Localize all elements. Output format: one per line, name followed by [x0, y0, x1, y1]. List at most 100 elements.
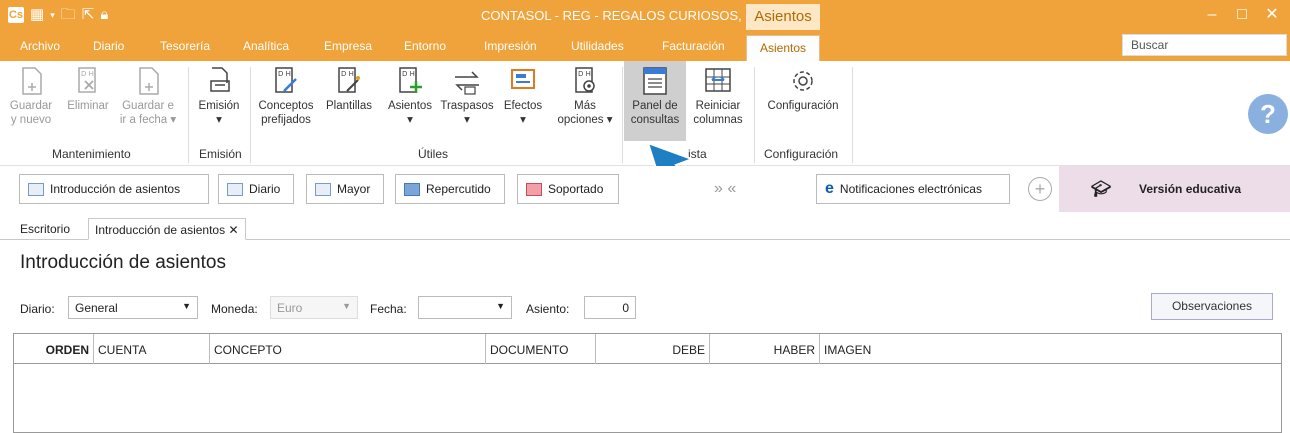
column-header-concepto[interactable]: CONCEPTO	[210, 334, 486, 364]
efectos-button[interactable]: Efectos ▾	[498, 65, 548, 127]
scroll-arrows-icon[interactable]: » «	[714, 180, 736, 198]
template-wand-icon: D H	[338, 67, 360, 93]
group-label-utiles: Útiles	[418, 147, 449, 161]
asiento-label: Asiento:	[526, 302, 570, 316]
plantillas-button[interactable]: D H Plantillas	[318, 65, 380, 113]
query-panel-icon	[643, 67, 667, 95]
input-vat-icon	[526, 182, 542, 196]
menu-bar: Archivo Diario Tesorería Analítica Empre…	[0, 30, 1290, 61]
column-header-debe[interactable]: DEBE	[596, 334, 710, 364]
column-header-imagen[interactable]: IMAGEN	[820, 334, 1281, 364]
chevron-down-icon: ▼	[342, 301, 351, 311]
gear-icon	[793, 71, 813, 91]
calendar-icon[interactable]: ▦	[30, 6, 44, 24]
svg-text:D H: D H	[578, 70, 591, 78]
entries-grid[interactable]: ORDEN CUENTA CONCEPTO DOCUMENTO DEBE HAB…	[13, 333, 1282, 433]
group-label-configuracion: Configuración	[764, 147, 839, 161]
lock-icon[interactable]: 🔒︎	[100, 6, 108, 24]
guardar-fecha-button[interactable]: Guardar e ir a fecha ▾	[116, 65, 180, 127]
configuracion-button[interactable]: Configuración	[758, 65, 848, 113]
search-input[interactable]: Buscar	[1122, 34, 1287, 56]
shortcut-notificaciones[interactable]: e Notificaciones electrónicas	[816, 174, 1010, 204]
browser-e-icon: e	[825, 180, 834, 197]
fecha-label: Fecha:	[370, 302, 407, 316]
emision-button[interactable]: Emisión ▾	[193, 65, 245, 127]
svg-text:D H: D H	[341, 70, 354, 78]
effects-icon	[511, 69, 535, 89]
guardar-nuevo-button[interactable]: Guardar y nuevo	[2, 65, 60, 127]
shortcut-diario[interactable]: Diario	[218, 174, 294, 204]
moneda-select: Euro ▼	[270, 296, 358, 319]
concept-edit-icon: D H	[275, 67, 297, 93]
traspasos-button[interactable]: Traspasos ▾	[438, 65, 496, 127]
maximize-button[interactable]: □	[1228, 4, 1256, 26]
group-label-emision: Emisión	[199, 147, 242, 161]
close-button[interactable]: ✕	[1258, 4, 1286, 26]
tab-analitica[interactable]: Analítica	[243, 39, 289, 53]
document-tabs: Escritorio Introducción de asientos ✕	[0, 216, 1290, 240]
app-title: CONTASOL - REG - REGALOS CURIOSOS, S.L. …	[481, 8, 809, 23]
shortcut-introduccion-asientos[interactable]: Introducción de asientos	[19, 174, 209, 204]
asientos-menu-button[interactable]: D H Asientos ▾	[382, 65, 438, 127]
tab-diario[interactable]: Diario	[93, 39, 124, 53]
new-document-icon	[22, 67, 42, 95]
fecha-field[interactable]: ▼	[418, 296, 512, 319]
tab-utilidades[interactable]: Utilidades	[571, 39, 624, 53]
tab-archivo[interactable]: Archivo	[20, 39, 60, 53]
tab-impresion[interactable]: Impresión	[484, 39, 537, 53]
graduation-cap-icon: 🎓︎	[1091, 181, 1112, 198]
context-tab-label: Asientos	[746, 4, 820, 30]
help-icon[interactable]: ?	[1248, 94, 1288, 134]
close-tab-icon[interactable]: ✕	[228, 223, 238, 237]
tab-escritorio[interactable]: Escritorio	[14, 218, 76, 240]
export-icon[interactable]: ⇱	[82, 6, 95, 24]
ribbon-separator	[754, 67, 755, 163]
column-header-orden[interactable]: ORDEN	[14, 334, 94, 364]
diario-select[interactable]: General ▼	[68, 296, 198, 319]
eliminar-button[interactable]: D H Eliminar	[62, 65, 114, 113]
delete-entry-icon: D H	[78, 67, 96, 93]
shortcut-mayor[interactable]: Mayor	[306, 174, 384, 204]
ribbon-separator	[852, 67, 853, 163]
tab-tesoreria[interactable]: Tesorería	[160, 39, 210, 53]
add-shortcut-button[interactable]: +	[1028, 177, 1052, 201]
app-logo-icon: Cs	[8, 7, 24, 23]
reiniciar-columnas-button[interactable]: Reiniciar columnas	[688, 65, 748, 127]
reset-columns-icon	[705, 68, 731, 92]
moneda-label: Moneda:	[211, 302, 258, 316]
conceptos-prefijados-button[interactable]: D H Conceptos prefijados	[256, 65, 316, 127]
more-options-icon: D H	[575, 67, 595, 93]
save-icon[interactable]: 🗀	[61, 6, 76, 24]
minimize-button[interactable]: –	[1198, 4, 1226, 26]
transfer-arrows-icon	[455, 71, 479, 95]
dropdown-icon[interactable]: ▾	[50, 6, 55, 24]
tab-asientos[interactable]: Asientos	[746, 35, 820, 61]
tab-empresa[interactable]: Empresa	[324, 39, 372, 53]
tab-entorno[interactable]: Entorno	[404, 39, 446, 53]
tab-facturacion[interactable]: Facturación	[662, 39, 725, 53]
shortcut-repercutido[interactable]: Repercutido	[395, 174, 505, 204]
journal-icon	[227, 182, 243, 196]
diario-label: Diario:	[20, 302, 55, 316]
column-header-haber[interactable]: HABER	[710, 334, 820, 364]
grid-header: ORDEN CUENTA CONCEPTO DOCUMENTO DEBE HAB…	[14, 334, 1281, 364]
shortcut-soportado[interactable]: Soportado	[517, 174, 619, 204]
tab-introduccion-asientos[interactable]: Introducción de asientos ✕	[88, 218, 246, 240]
mas-opciones-button[interactable]: D H Más opciones ▾	[554, 65, 616, 127]
output-vat-icon	[404, 182, 420, 196]
add-entry-icon: D H	[399, 67, 422, 93]
ribbon: Guardar y nuevo D H Eliminar Guardar e i…	[0, 61, 1290, 191]
shortcuts-bar: Introducción de asientos Diario Mayor Re…	[0, 166, 1290, 216]
ledger-icon	[315, 182, 331, 196]
version-educativa-banner: 🎓︎ Versión educativa	[1059, 166, 1290, 212]
column-header-documento[interactable]: DOCUMENTO	[486, 334, 596, 364]
asiento-field[interactable]: 0	[584, 296, 636, 319]
ribbon-separator	[622, 67, 623, 163]
ribbon-separator	[250, 67, 251, 163]
observaciones-button[interactable]: Observaciones	[1151, 293, 1273, 320]
group-label-mantenimiento: Mantenimiento	[52, 147, 131, 161]
svg-text:D H: D H	[402, 70, 415, 78]
column-header-cuenta[interactable]: CUENTA	[94, 334, 210, 364]
panel-consultas-button[interactable]: Panel de consultas	[624, 61, 686, 141]
chevron-down-icon: ▼	[496, 301, 505, 311]
